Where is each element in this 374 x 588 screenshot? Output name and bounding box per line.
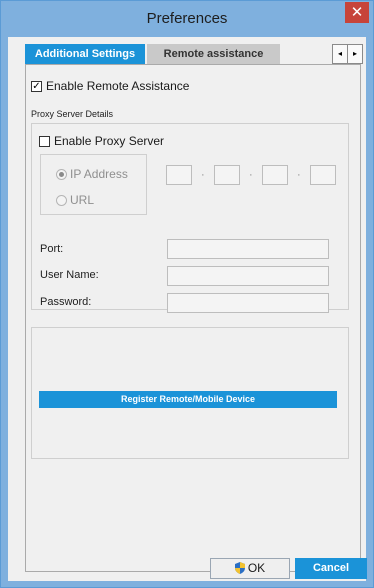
url-label[interactable]: URL xyxy=(70,193,94,207)
enable-remote-assistance-checkbox[interactable]: ✓ xyxy=(31,81,42,92)
window-title: Preferences xyxy=(146,10,228,27)
checkmark-icon: ✓ xyxy=(32,81,41,92)
ip-octet-3-input[interactable] xyxy=(262,165,288,185)
enable-proxy-checkbox[interactable] xyxy=(39,136,50,147)
enable-proxy-label[interactable]: Enable Proxy Server xyxy=(54,134,164,148)
user-name-input[interactable] xyxy=(167,266,329,286)
port-input[interactable] xyxy=(167,239,329,259)
tab-additional-settings[interactable]: Additional Settings xyxy=(25,44,145,64)
radio-selected-dot xyxy=(59,172,64,177)
arrow-left-icon: ◂ xyxy=(337,49,342,58)
arrow-right-icon: ▸ xyxy=(352,49,357,58)
cancel-button[interactable]: Cancel xyxy=(295,558,367,579)
ok-button[interactable]: OK xyxy=(210,558,290,579)
ip-octet-4-input[interactable] xyxy=(310,165,336,185)
ip-octet-1-input[interactable] xyxy=(166,165,192,185)
user-name-label: User Name: xyxy=(40,269,99,281)
ip-separator: · xyxy=(297,169,301,181)
port-label: Port: xyxy=(40,243,64,255)
title-bar[interactable]: Preferences ✕ xyxy=(1,1,373,37)
proxy-group-title: Proxy Server Details xyxy=(31,109,114,119)
register-device-button[interactable]: Register Remote/Mobile Device xyxy=(39,391,337,408)
preferences-window: Preferences ✕ Additional Settings Remote… xyxy=(0,0,374,588)
ip-address-label[interactable]: IP Address xyxy=(70,167,128,181)
dialog-body: Additional Settings Remote assistance ◂ … xyxy=(8,37,367,581)
enable-remote-assistance-label[interactable]: Enable Remote Assistance xyxy=(46,79,189,93)
close-icon: ✕ xyxy=(350,4,364,21)
password-label: Password: xyxy=(40,296,92,308)
ip-octet-2-input[interactable] xyxy=(214,165,240,185)
tab-scroll-left-button[interactable]: ◂ xyxy=(332,44,348,64)
ip-separator: · xyxy=(201,169,205,181)
tab-scroll-right-button[interactable]: ▸ xyxy=(347,44,363,64)
shield-icon xyxy=(234,562,245,574)
tab-remote-assistance[interactable]: Remote assistance xyxy=(147,44,280,64)
ok-label: OK xyxy=(247,561,266,575)
tab-panel: ✓ Enable Remote Assistance Proxy Server … xyxy=(25,64,361,572)
url-radio[interactable] xyxy=(56,195,67,206)
ip-separator: · xyxy=(249,169,253,181)
close-button[interactable]: ✕ xyxy=(345,2,369,23)
ip-address-radio[interactable] xyxy=(56,169,67,180)
password-input[interactable] xyxy=(167,293,329,313)
